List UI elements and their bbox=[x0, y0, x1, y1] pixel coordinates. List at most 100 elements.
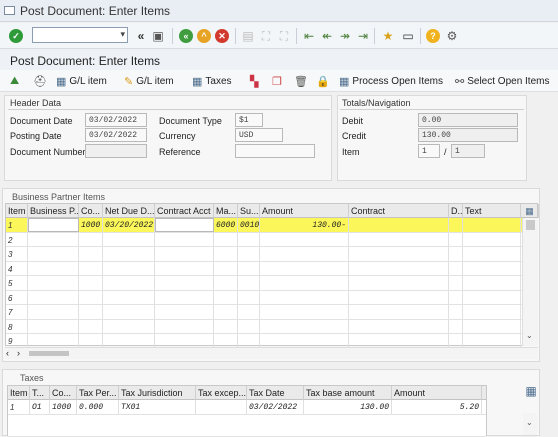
col-item[interactable]: Item bbox=[6, 204, 28, 218]
tax-col-amount[interactable]: Amount bbox=[392, 386, 482, 400]
scroll-right-icon[interactable]: › bbox=[17, 348, 20, 358]
col-sub-trans[interactable]: Su... bbox=[238, 204, 260, 218]
pin-icon: ✎ bbox=[124, 75, 134, 88]
tax-col-date[interactable]: Tax Date bbox=[247, 386, 304, 400]
create-session-icon[interactable]: ★ bbox=[380, 28, 396, 44]
col-d[interactable]: D.. bbox=[449, 204, 463, 218]
first-page-icon[interactable]: ⇤ bbox=[302, 28, 316, 44]
table-row[interactable]: 3 bbox=[6, 247, 537, 262]
lock-icon[interactable]: 🔒 bbox=[316, 73, 333, 89]
cancel-icon[interactable]: ✕ bbox=[215, 29, 229, 43]
horizontal-scrollbar[interactable]: ‹ › bbox=[5, 347, 538, 359]
table-icon: ▦ bbox=[192, 75, 203, 88]
exit-icon[interactable]: ^ bbox=[197, 29, 211, 43]
reference-field[interactable] bbox=[235, 144, 315, 158]
scroll-down-icon[interactable]: ⌄ bbox=[526, 331, 533, 340]
col-amount[interactable]: Amount bbox=[260, 204, 349, 218]
document-type-label: Document Type bbox=[159, 116, 222, 126]
window-title: Post Document: Enter Items bbox=[20, 4, 171, 18]
currency-label: Currency bbox=[159, 131, 196, 141]
enter-icon[interactable]: ✓ bbox=[9, 29, 23, 43]
table-icon: ▦ bbox=[339, 75, 350, 88]
col-company[interactable]: Co... bbox=[79, 204, 103, 218]
page-title: Post Document: Enter Items bbox=[10, 54, 161, 68]
title-bar: Post Document: Enter Items bbox=[0, 0, 558, 22]
scroll-down-icon[interactable]: ⌄ bbox=[526, 418, 533, 427]
process-open-items-button[interactable]: ▦ Process Open Items bbox=[339, 73, 443, 89]
table-row[interactable]: 8 bbox=[6, 319, 537, 334]
table-row[interactable]: 2 bbox=[6, 232, 537, 247]
chevron-down-icon: ▾ bbox=[120, 29, 125, 39]
copy-icon[interactable]: ❐ bbox=[272, 73, 285, 89]
find-icon: ⛶ bbox=[261, 28, 271, 43]
hscroll-thumb[interactable] bbox=[29, 351, 69, 356]
save-icon[interactable]: ▣ bbox=[150, 28, 166, 44]
item-current-field[interactable]: 1 bbox=[418, 144, 440, 158]
last-page-icon[interactable]: ⇥ bbox=[356, 28, 370, 44]
document-date-field[interactable]: 03/02/2022 bbox=[85, 113, 147, 127]
shortcut-icon[interactable]: ▭ bbox=[400, 28, 416, 44]
next-page-icon[interactable]: ↠ bbox=[338, 28, 352, 44]
document-number-label: Document Number bbox=[10, 147, 86, 157]
double-left-icon[interactable]: « bbox=[134, 28, 148, 44]
col-contract-acct[interactable]: Contract Acct bbox=[155, 204, 214, 218]
item-separator: / bbox=[444, 147, 447, 157]
gl-item-2-button[interactable]: ✎ G/L item bbox=[124, 73, 174, 89]
item-total-field: 1 bbox=[451, 144, 485, 158]
find-next-icon: ⛶ bbox=[279, 28, 289, 43]
debit-label: Debit bbox=[342, 116, 364, 126]
col-net-due-date[interactable]: Net Due D... bbox=[103, 204, 155, 218]
taxes-button[interactable]: ▦ Taxes bbox=[192, 73, 232, 89]
col-main-trans[interactable]: Ma... bbox=[214, 204, 238, 218]
table-row[interactable]: 5 bbox=[6, 276, 537, 291]
bp-items-title: Business Partner Items bbox=[12, 192, 106, 202]
table-row[interactable]: 1 O1 1000 0.000 TX01 03/02/2022 130.00 5… bbox=[8, 400, 486, 415]
taxes-vertical-scrollbar[interactable]: ⌄ bbox=[523, 413, 537, 435]
tax-col-exception[interactable]: Tax excep... bbox=[196, 386, 247, 400]
table-row[interactable]: 6 bbox=[6, 290, 537, 305]
col-business-partner[interactable]: Business P... bbox=[28, 204, 79, 218]
item-label: Item bbox=[342, 147, 360, 157]
taxes-table-settings-icon[interactable]: ▦ bbox=[524, 384, 538, 398]
document-type-field[interactable]: $1 bbox=[235, 113, 263, 127]
col-text[interactable]: Text bbox=[463, 204, 521, 218]
tree-icon[interactable]: ⛰ bbox=[10, 73, 22, 89]
currency-field[interactable]: USD bbox=[235, 128, 283, 142]
table-settings-icon[interactable]: ▦ bbox=[521, 204, 539, 218]
taxes-table: Item T... Co... Tax Per... Tax Jurisdict… bbox=[7, 385, 487, 437]
tax-col-percent[interactable]: Tax Per... bbox=[77, 386, 119, 400]
select-open-items-button[interactable]: ⚯ Select Open Items bbox=[455, 73, 549, 89]
vertical-scrollbar[interactable]: ⌄ bbox=[522, 218, 538, 346]
back-icon[interactable]: « bbox=[179, 29, 193, 43]
hat-icon[interactable]: ⛑ bbox=[33, 73, 50, 89]
window-menu-icon[interactable] bbox=[4, 6, 15, 15]
tax-col-jurisdiction[interactable]: Tax Jurisdiction bbox=[119, 386, 196, 400]
table-row[interactable]: 4 bbox=[6, 261, 537, 276]
print-icon: ▤ bbox=[242, 29, 254, 43]
tax-col-item[interactable]: Item bbox=[8, 386, 30, 400]
taxes-title: Taxes bbox=[20, 373, 44, 383]
binoculars-icon: ⚯ bbox=[455, 75, 465, 88]
table-row[interactable]: 1 1000 03/20/2022 6000 0010 130.00- bbox=[6, 218, 537, 233]
table-row[interactable] bbox=[8, 415, 486, 437]
business-partner-input[interactable] bbox=[28, 218, 79, 232]
settings-icon[interactable]: ⚙ bbox=[444, 28, 460, 44]
tax-col-type[interactable]: T... bbox=[30, 386, 50, 400]
help-icon[interactable]: ? bbox=[426, 29, 440, 43]
credit-label: Credit bbox=[342, 131, 367, 141]
table-row[interactable]: 7 bbox=[6, 305, 537, 320]
col-contract[interactable]: Contract bbox=[349, 204, 449, 218]
tax-col-company[interactable]: Co... bbox=[50, 386, 77, 400]
totals-navigation-title: Totals/Navigation bbox=[342, 98, 411, 108]
gl-item-button[interactable]: ▦ G/L item bbox=[56, 73, 107, 89]
contract-acct-input[interactable] bbox=[155, 218, 214, 232]
tax-col-base-amount[interactable]: Tax base amount bbox=[304, 386, 392, 400]
delete-icon[interactable]: 🗑 bbox=[294, 73, 311, 89]
previous-page-icon[interactable]: ↞ bbox=[320, 28, 334, 44]
select-icon[interactable]: ▚ bbox=[250, 73, 261, 89]
scroll-thumb[interactable] bbox=[526, 220, 535, 230]
command-field[interactable]: ▾ bbox=[32, 27, 128, 43]
posting-date-field[interactable]: 03/02/2022 bbox=[85, 128, 147, 142]
scroll-left-icon[interactable]: ‹ bbox=[6, 348, 9, 358]
reference-label: Reference bbox=[159, 147, 201, 157]
